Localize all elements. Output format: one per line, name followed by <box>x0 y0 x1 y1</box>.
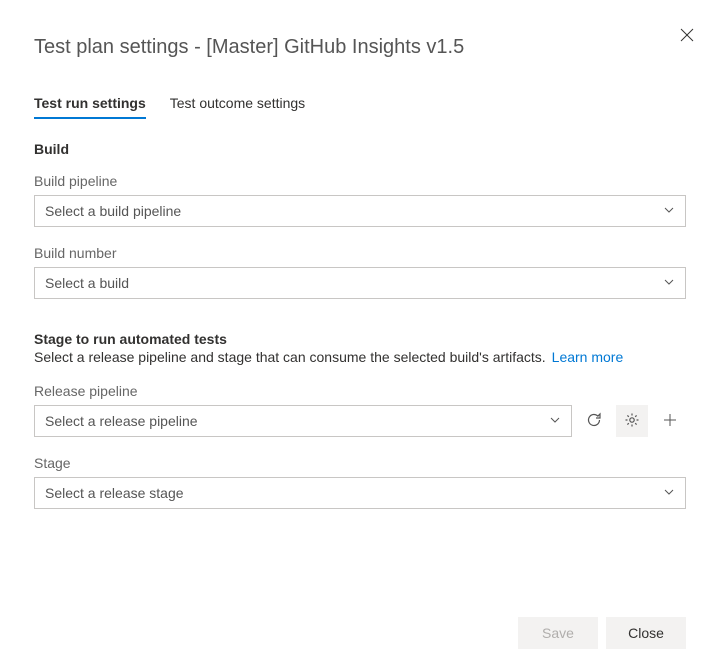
plus-icon <box>662 412 678 431</box>
tabs: Test run settings Test outcome settings <box>34 95 686 119</box>
tab-test-run-settings[interactable]: Test run settings <box>34 95 146 119</box>
chevron-down-icon <box>549 413 561 429</box>
refresh-button[interactable] <box>578 405 610 437</box>
release-pipeline-select[interactable]: Select a release pipeline <box>34 405 572 437</box>
build-pipeline-value: Select a build pipeline <box>45 203 181 219</box>
stage-select[interactable]: Select a release stage <box>34 477 686 509</box>
tab-test-outcome-settings[interactable]: Test outcome settings <box>170 95 305 119</box>
close-button[interactable]: Close <box>606 617 686 649</box>
stage-section-description: Select a release pipeline and stage that… <box>34 349 546 365</box>
release-pipeline-label: Release pipeline <box>34 383 686 399</box>
chevron-down-icon <box>663 203 675 219</box>
settings-button[interactable] <box>616 405 648 437</box>
stage-value: Select a release stage <box>45 485 184 501</box>
stage-section-heading: Stage to run automated tests <box>34 331 686 347</box>
add-button[interactable] <box>654 405 686 437</box>
dialog-title: Test plan settings - [Master] GitHub Ins… <box>34 36 686 59</box>
release-pipeline-value: Select a release pipeline <box>45 413 198 429</box>
close-icon[interactable] <box>680 28 696 44</box>
build-number-label: Build number <box>34 245 686 261</box>
save-button[interactable]: Save <box>518 617 598 649</box>
build-pipeline-label: Build pipeline <box>34 173 686 189</box>
refresh-icon <box>586 412 602 431</box>
chevron-down-icon <box>663 485 675 501</box>
build-number-value: Select a build <box>45 275 129 291</box>
learn-more-link[interactable]: Learn more <box>552 349 624 365</box>
gear-icon <box>624 412 640 431</box>
build-number-select[interactable]: Select a build <box>34 267 686 299</box>
stage-label: Stage <box>34 455 686 471</box>
build-section-heading: Build <box>34 141 686 157</box>
build-pipeline-select[interactable]: Select a build pipeline <box>34 195 686 227</box>
chevron-down-icon <box>663 275 675 291</box>
